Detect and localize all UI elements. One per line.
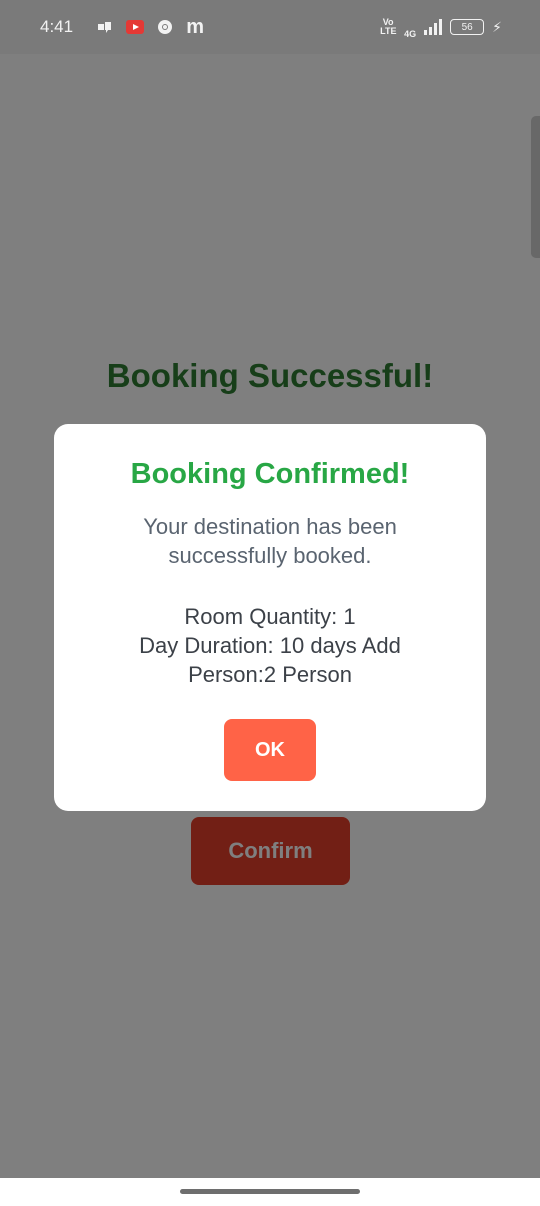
- screen: 4:41 m Vo LTE 4G 56 ⚡︎ Booking Successfu…: [0, 0, 540, 1206]
- status-right: Vo LTE 4G 56 ⚡︎: [380, 15, 502, 40]
- navigation-bar: [0, 1178, 540, 1206]
- network-type-label: 4G: [404, 29, 417, 39]
- room-quantity-text: Room Quantity: 1: [184, 604, 356, 629]
- volte-icon: Vo LTE: [380, 17, 397, 36]
- booking-details: Room Quantity: 1 Day Duration: 10 days A…: [94, 602, 446, 689]
- status-time: 4:41: [40, 17, 74, 36]
- dialog-message: Your destination has been successfully b…: [143, 514, 397, 568]
- chrome-icon: [155, 18, 175, 36]
- charging-icon: ⚡︎: [492, 18, 502, 35]
- home-indicator[interactable]: [180, 1189, 360, 1194]
- signal-icon: [424, 19, 443, 35]
- youtube-icon: [125, 18, 145, 36]
- battery-level: 56: [461, 21, 473, 33]
- person-text: Person:2 Person: [188, 662, 352, 687]
- notification-icon: [95, 18, 115, 36]
- dialog-title: Booking Confirmed!: [130, 458, 410, 490]
- status-bar: 4:41 m Vo LTE 4G 56 ⚡︎: [0, 0, 540, 54]
- booking-confirmed-dialog: Booking Confirmed! Your destination has …: [54, 424, 486, 811]
- notification-icons: m: [95, 15, 205, 38]
- day-duration-text: Day Duration: 10 days Add: [139, 633, 401, 658]
- battery-icon: 56: [450, 19, 485, 35]
- ok-button[interactable]: OK: [224, 719, 316, 781]
- m-app-icon: m: [186, 15, 204, 38]
